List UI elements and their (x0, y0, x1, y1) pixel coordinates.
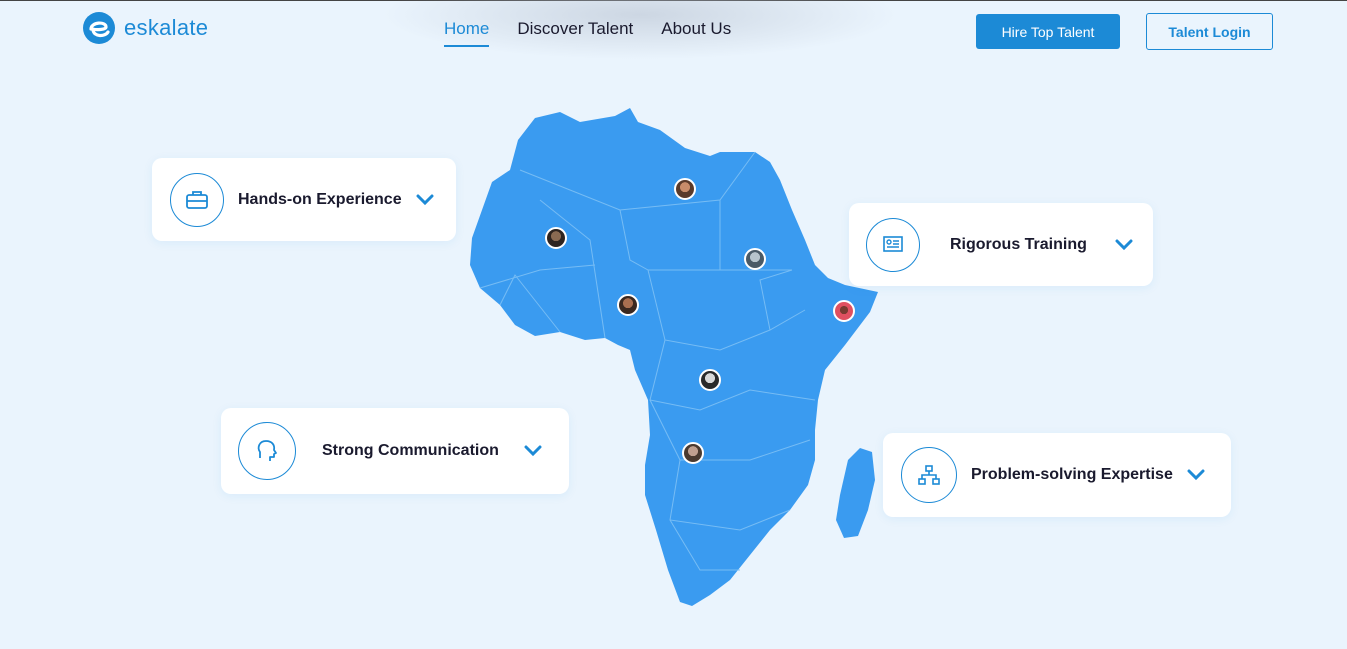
hierarchy-icon-circle (901, 447, 957, 503)
main-nav: Home Discover Talent About Us (444, 19, 731, 47)
head-speaking-icon-circle (238, 422, 296, 480)
chevron-down-icon[interactable] (1187, 469, 1205, 481)
feature-label: Hands-on Experience (238, 190, 402, 208)
talent-avatar[interactable] (699, 369, 721, 391)
briefcase-icon-circle (170, 172, 224, 227)
briefcase-icon (186, 190, 208, 209)
hire-top-talent-button[interactable]: Hire Top Talent (976, 14, 1120, 49)
chevron-down-icon[interactable] (416, 194, 434, 206)
logo[interactable]: eskalate (80, 10, 208, 46)
talent-avatar[interactable] (545, 227, 567, 249)
feature-card-rigorous-training[interactable]: Rigorous Training (849, 203, 1153, 286)
nav-about-us[interactable]: About Us (661, 19, 731, 47)
nav-discover-talent[interactable]: Discover Talent (517, 19, 633, 47)
certificate-icon-circle (866, 217, 920, 272)
feature-card-strong-communication[interactable]: Strong Communication (221, 408, 569, 494)
certificate-icon (883, 235, 903, 252)
africa-map (470, 108, 878, 606)
feature-card-problem-solving-expertise[interactable]: Problem-solving Expertise (883, 433, 1231, 517)
talent-avatar[interactable] (674, 178, 696, 200)
head-speaking-icon (257, 440, 277, 461)
chevron-down-icon[interactable] (524, 445, 542, 457)
talent-avatar[interactable] (682, 442, 704, 464)
eskalate-logo-icon (83, 12, 115, 44)
nav-home[interactable]: Home (444, 19, 490, 47)
hierarchy-icon (918, 465, 940, 485)
talent-avatar[interactable] (744, 248, 766, 270)
chevron-down-icon[interactable] (1115, 239, 1133, 251)
feature-label: Rigorous Training (950, 235, 1087, 253)
talent-login-button[interactable]: Talent Login (1146, 13, 1273, 50)
talent-avatar[interactable] (617, 294, 639, 316)
brand-name: eskalate (124, 15, 209, 40)
talent-avatar[interactable] (833, 300, 855, 322)
feature-card-hands-on-experience[interactable]: Hands-on Experience (152, 158, 456, 241)
feature-label: Strong Communication (322, 442, 499, 459)
feature-label: Problem-solving Expertise (971, 466, 1173, 483)
